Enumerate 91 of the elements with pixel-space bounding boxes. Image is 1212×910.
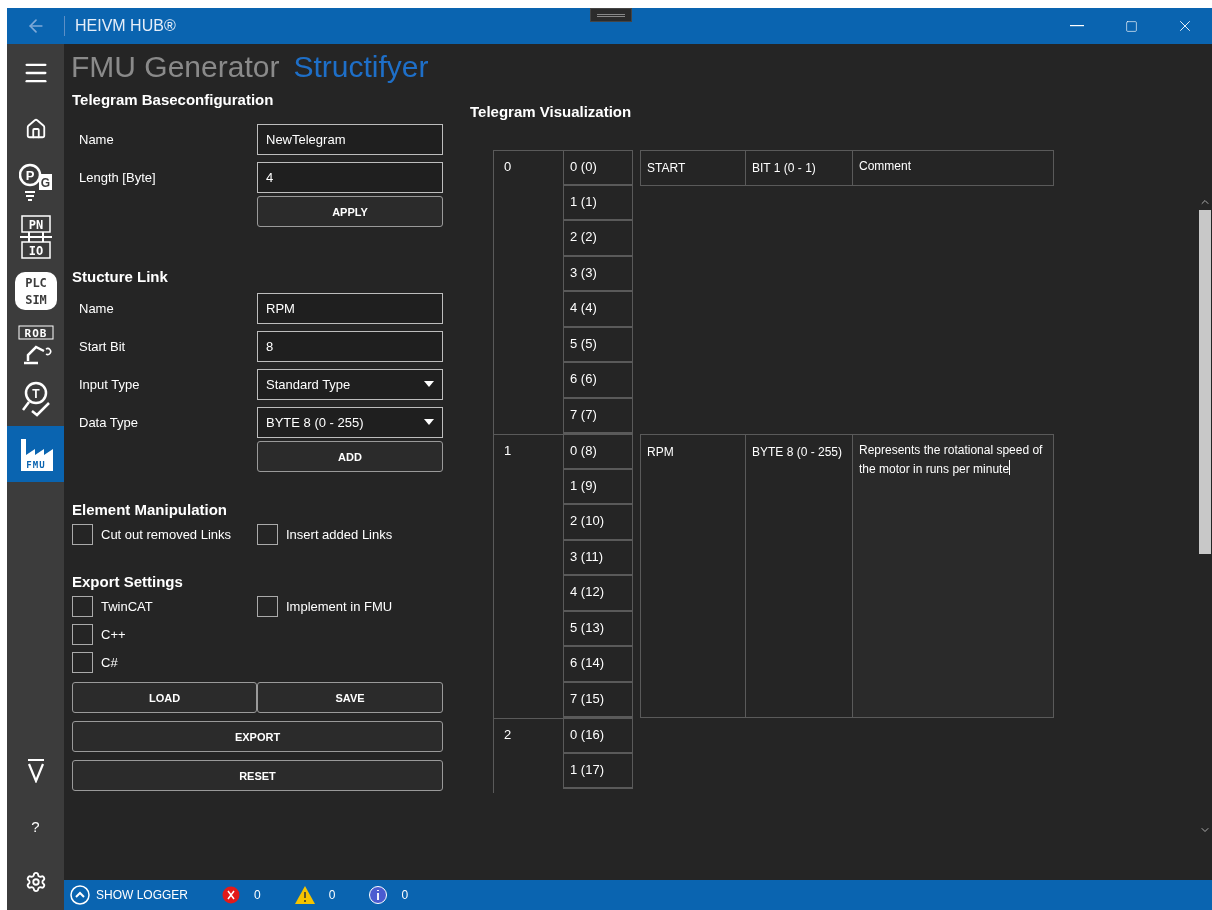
reset-button[interactable]: RESET: [72, 760, 443, 791]
checkbox[interactable]: [72, 595, 93, 617]
funnel-icon: [25, 757, 46, 783]
error-count: 0: [254, 888, 261, 902]
show-logger-button[interactable]: SHOW LOGGER: [70, 885, 188, 905]
save-button[interactable]: SAVE: [257, 682, 443, 713]
help-button[interactable]: ?: [7, 798, 64, 854]
field-label: Input Type: [78, 376, 141, 392]
table-cell: START: [640, 150, 746, 186]
sidebar-item[interactable]: T: [7, 372, 64, 426]
add-button[interactable]: ADD: [257, 441, 443, 472]
table-cell: 2: [493, 718, 563, 793]
table-cell: 0 (8): [563, 434, 633, 470]
table-cell: 1 (17): [563, 753, 633, 789]
checkbox[interactable]: [72, 523, 93, 545]
table-cell: BIT 1 (0 - 1): [746, 150, 853, 186]
settings-icon: [24, 871, 47, 893]
field-label: Start Bit: [78, 338, 127, 354]
section-heading: Telegram Visualization: [470, 101, 633, 122]
table-cell: 4 (12): [563, 576, 633, 612]
field-label: Name: [78, 131, 115, 147]
info-count: 0: [401, 888, 409, 902]
input-field[interactable]: RPM: [257, 292, 443, 324]
table-cell: 5 (5): [563, 327, 633, 363]
table-cell: RPM: [640, 434, 746, 718]
input-field[interactable]: 4: [257, 161, 443, 193]
page-title: FMU Generator: [71, 50, 280, 84]
checkbox-label: C++: [101, 626, 126, 642]
comment-field[interactable]: Comment: [853, 150, 1054, 186]
drag-handle[interactable]: [590, 8, 632, 22]
checkbox[interactable]: [257, 595, 278, 617]
error-icon: [222, 886, 240, 904]
sidebar-item[interactable]: P G: [7, 156, 64, 210]
text-cursor: [1009, 460, 1011, 475]
table-cell: BYTE 8 (0 - 255): [746, 434, 853, 718]
section-heading: Stucture Link: [72, 266, 169, 287]
dropdown[interactable]: Standard Type: [257, 368, 443, 400]
table-cell: 2 (10): [563, 505, 633, 541]
field-label: Name: [78, 300, 115, 316]
sidebar-item[interactable]: PLC SIM: [7, 264, 64, 318]
plc-icon: PLC SIM: [13, 271, 58, 311]
field-label: Data Type: [78, 414, 140, 430]
input-field[interactable]: NewTelegram: [257, 123, 443, 155]
factory-icon: FMU: [18, 437, 53, 471]
table-cell: 1 (1): [563, 185, 633, 221]
maximize-icon: [1124, 19, 1138, 33]
caret-icon: [424, 381, 434, 387]
sidebar-item[interactable]: ROB: [7, 318, 64, 372]
minimize-icon: [1070, 25, 1084, 27]
checkbox-label: TwinCAT: [101, 598, 153, 614]
window-title: HEIVM HUB®: [75, 17, 176, 35]
comment-field[interactable]: Represents the rotational speed of the motor in runs per minute: [853, 434, 1054, 718]
checkbox[interactable]: [72, 623, 93, 645]
table-cell: 3 (11): [563, 540, 633, 576]
section-heading: Element Manipulation: [72, 499, 228, 520]
input-field[interactable]: 8: [257, 330, 443, 362]
table-cell: 7 (7): [563, 398, 633, 434]
page-subtitle: Structifyer: [293, 50, 429, 84]
load-button[interactable]: LOAD: [72, 682, 257, 713]
info-icon: [369, 886, 388, 904]
chevron-up-circle-icon: [70, 885, 90, 905]
apply-button[interactable]: APPLY: [257, 196, 443, 227]
table-cell: 7 (15): [563, 682, 633, 718]
checkbox[interactable]: [257, 523, 278, 545]
sidebar-item[interactable]: FMU: [7, 426, 64, 482]
checkbox-label: Insert added Links: [286, 526, 393, 542]
section-heading: Telegram Baseconfiguration: [72, 89, 275, 110]
checkbox[interactable]: [72, 651, 93, 673]
table-cell: 1 (9): [563, 469, 633, 505]
checkbox-label: Cut out removed Links: [101, 526, 232, 542]
checkbox-label: Implement in FMU: [286, 598, 393, 614]
sidebar-item[interactable]: PN IO: [7, 210, 64, 264]
warning-icon: [294, 886, 315, 904]
table-cell: 1: [493, 434, 563, 718]
table-cell: 0: [493, 150, 563, 434]
table-cell: 5 (13): [563, 611, 633, 647]
table-cell: 0 (0): [563, 150, 633, 186]
section-heading: Export Settings: [72, 571, 184, 592]
field-label: Length [Byte]: [78, 169, 157, 185]
table-cell: 2 (2): [563, 221, 633, 257]
caret-icon: [424, 419, 434, 425]
home-icon: [24, 118, 47, 140]
table-cell: 3 (3): [563, 256, 633, 292]
warning-count: 0: [328, 888, 336, 902]
table-cell: 6 (6): [563, 363, 633, 399]
export-button[interactable]: EXPORT: [72, 721, 443, 752]
table-cell: 4 (4): [563, 292, 633, 328]
checkbox-label: C#: [101, 654, 118, 670]
dropdown[interactable]: BYTE 8 (0 - 255): [257, 406, 443, 438]
table-cell: 0 (16): [563, 718, 633, 754]
table-cell: 6 (14): [563, 647, 633, 683]
